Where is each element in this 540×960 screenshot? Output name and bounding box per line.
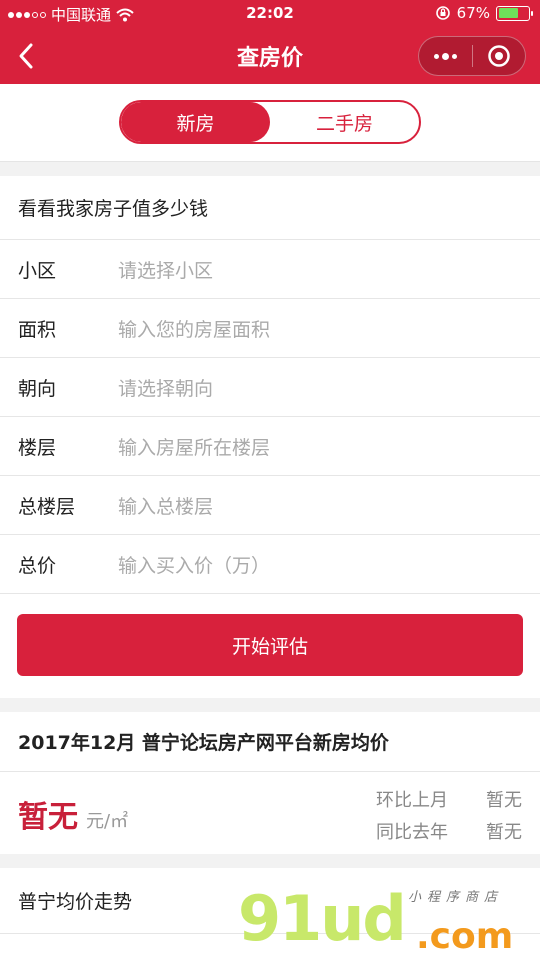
status-right: 67% bbox=[435, 4, 533, 22]
field-placeholder: 输入总楼层 bbox=[118, 495, 214, 518]
form-title: 看看我家房子值多少钱 bbox=[0, 176, 540, 240]
valuation-form: 看看我家房子值多少钱 小区 请选择小区 面积 输入您的房屋面积 朝向 请选择朝向… bbox=[0, 176, 540, 698]
type-toggle-area: 新房 二手房 bbox=[0, 84, 540, 162]
nav-bar: 查房价 bbox=[0, 28, 540, 84]
field-label: 小区 bbox=[18, 259, 57, 282]
price-trend-card: 普宁均价走势 bbox=[0, 868, 540, 960]
average-price-card: 2017年12月 普宁论坛房产网平台新房均价 暂无 元/㎡ 环比上月 暂无 同比… bbox=[0, 712, 540, 854]
field-label: 总楼层 bbox=[18, 495, 76, 518]
status-bar: 中国联通 22:02 67% bbox=[0, 0, 540, 28]
total-floors-field[interactable]: 总楼层 输入总楼层 bbox=[0, 476, 540, 535]
more-icon bbox=[433, 52, 457, 60]
miniprogram-capsule bbox=[418, 36, 526, 76]
close-button[interactable] bbox=[473, 37, 526, 75]
target-icon bbox=[488, 45, 510, 67]
floor-field[interactable]: 楼层 输入房屋所在楼层 bbox=[0, 417, 540, 476]
tab-second-hand[interactable]: 二手房 bbox=[270, 102, 419, 142]
field-placeholder: 输入买入价（万） bbox=[118, 554, 271, 577]
compare-value: 暂无 bbox=[486, 822, 522, 843]
total-price-field[interactable]: 总价 输入买入价（万） bbox=[0, 535, 540, 594]
price-body: 暂无 元/㎡ 环比上月 暂无 同比去年 暂无 bbox=[0, 772, 540, 854]
rotation-lock-icon bbox=[435, 6, 450, 20]
price-main: 暂无 元/㎡ bbox=[18, 792, 128, 836]
community-field[interactable]: 小区 请选择小区 bbox=[0, 240, 540, 299]
more-button[interactable] bbox=[419, 37, 472, 75]
field-label: 总价 bbox=[18, 554, 57, 577]
type-toggle: 新房 二手房 bbox=[119, 100, 421, 144]
app-header: 中国联通 22:02 67% 查房价 bbox=[0, 0, 540, 84]
field-label: 朝向 bbox=[18, 377, 57, 400]
compare-label: 同比去年 bbox=[376, 822, 448, 843]
field-placeholder: 请选择小区 bbox=[118, 259, 214, 282]
compare-row-month: 环比上月 暂无 bbox=[376, 786, 522, 812]
field-placeholder: 输入您的房屋面积 bbox=[118, 318, 271, 341]
field-placeholder: 输入房屋所在楼层 bbox=[118, 436, 271, 459]
field-placeholder: 请选择朝向 bbox=[118, 377, 214, 400]
compare-value: 暂无 bbox=[486, 790, 522, 811]
compare-row-year: 同比去年 暂无 bbox=[376, 818, 522, 844]
start-evaluation-button[interactable]: 开始评估 bbox=[17, 614, 523, 676]
price-title: 2017年12月 普宁论坛房产网平台新房均价 bbox=[0, 712, 540, 772]
price-value: 暂无 bbox=[18, 800, 78, 835]
battery-icon bbox=[496, 5, 533, 21]
orientation-field[interactable]: 朝向 请选择朝向 bbox=[0, 358, 540, 417]
trend-title: 普宁均价走势 bbox=[0, 868, 540, 934]
area-field[interactable]: 面积 输入您的房屋面积 bbox=[0, 299, 540, 358]
field-label: 面积 bbox=[18, 318, 57, 341]
field-label: 楼层 bbox=[18, 436, 57, 459]
tab-new-house[interactable]: 新房 bbox=[121, 102, 270, 142]
compare-label: 环比上月 bbox=[376, 790, 448, 811]
battery-percent: 67% bbox=[456, 4, 490, 22]
price-unit: 元/㎡ bbox=[86, 811, 129, 832]
